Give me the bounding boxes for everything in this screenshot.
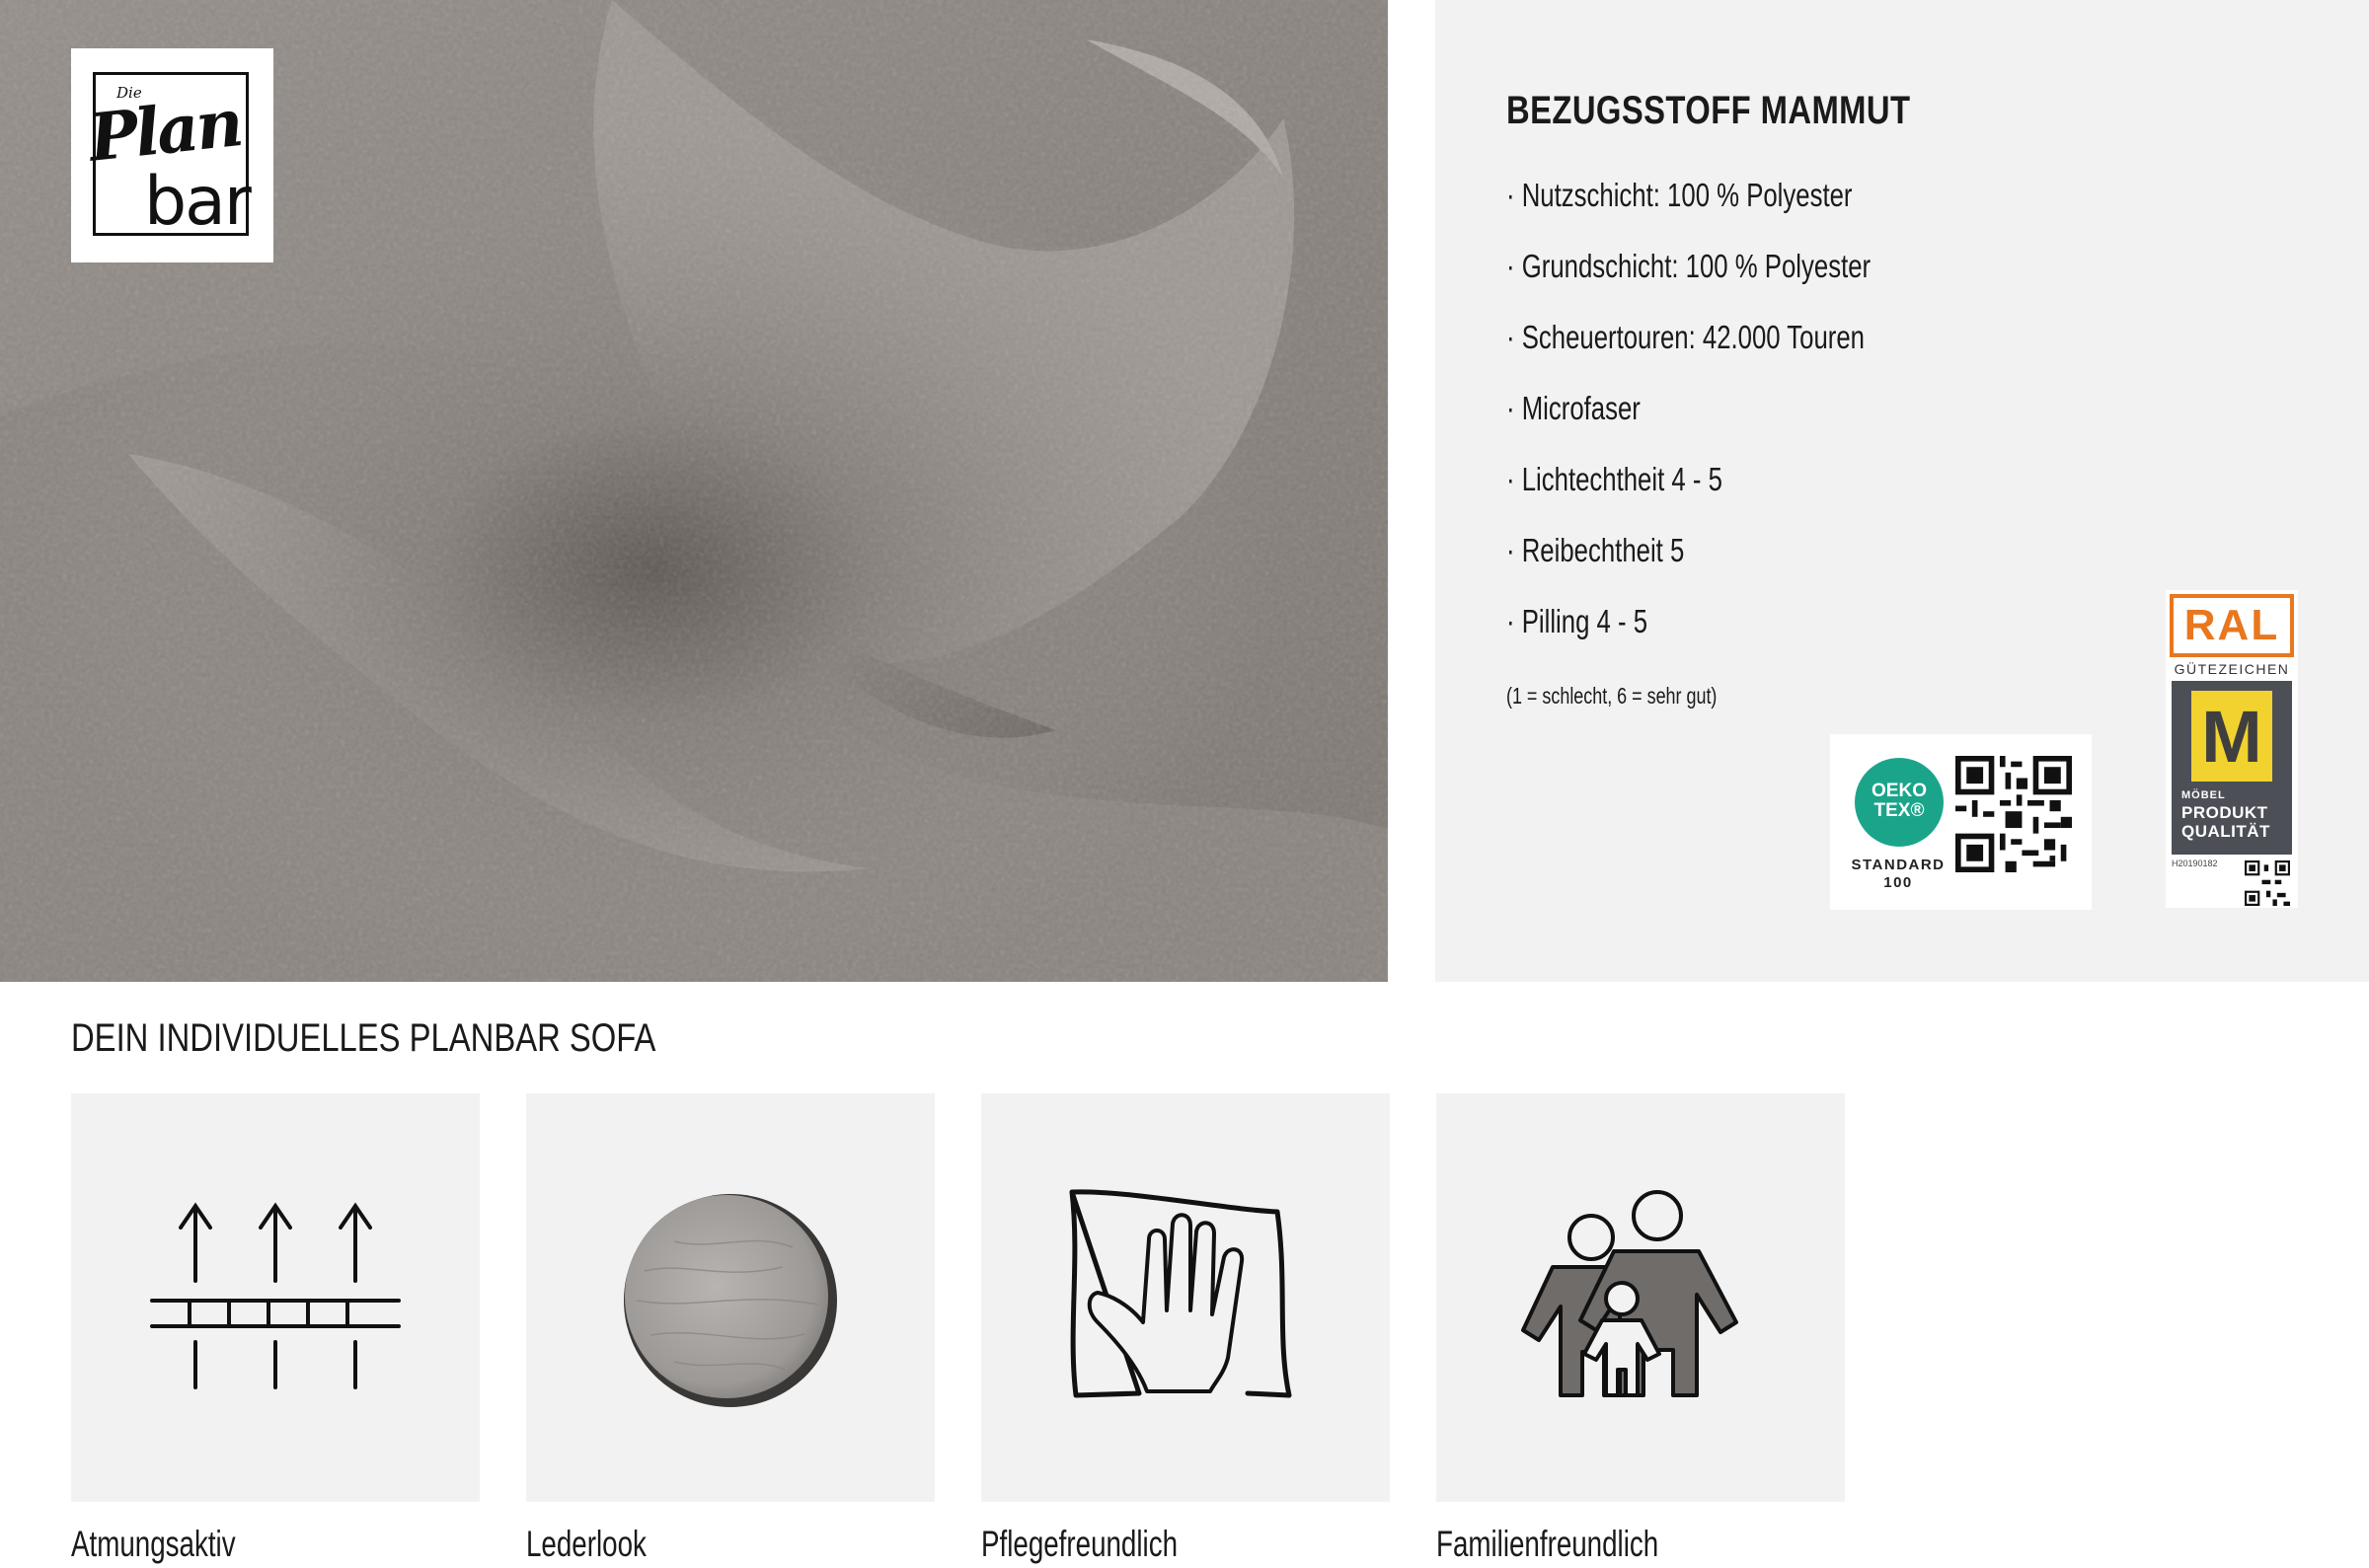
spec-item: · Nutzschicht: 100 % Polyester [1506, 177, 1853, 213]
oeko-qr-code-icon [1955, 756, 2072, 872]
ral-qr-code-icon [2245, 860, 2290, 906]
ral-produkt-qualitaet: PRODUKT QUALITÄT [2181, 803, 2270, 841]
ral-produkt-text: PRODUKT [2181, 803, 2268, 822]
planbar-logo: Die Plan bar [71, 48, 273, 262]
feature-label: Familienfreundlich [1436, 1524, 1659, 1564]
feature-breathable: Atmungsaktiv [71, 1093, 480, 1564]
spec-item: · Pilling 4 - 5 [1506, 603, 1648, 639]
spec-item: · Scheuertouren: 42.000 Touren [1506, 319, 1866, 355]
feature-tile [981, 1093, 1390, 1502]
ral-m-mark: M [2191, 691, 2272, 782]
spec-item: · Microfaser [1506, 390, 1641, 426]
ral-logo: RAL [2170, 594, 2294, 657]
hand-cloth-icon [1069, 1189, 1292, 1398]
logo-bar-text: bar [144, 163, 252, 241]
rating-scale-note: (1 = schlecht, 6 = sehr gut) [1506, 683, 1718, 709]
tex-text: TEX® [1873, 800, 1925, 821]
spec-panel: BEZUGSSTOFF MAMMUT · Nutzschicht: 100 % … [1435, 0, 2369, 982]
standard-number: 100 [1883, 874, 1913, 891]
feature-tile [1436, 1093, 1845, 1502]
spec-item: · Grundschicht: 100 % Polyester [1506, 248, 1872, 284]
feature-leather-look: Lederlook [526, 1093, 935, 1564]
oeko-tex-logo: OEKO TEX® [1855, 758, 1944, 847]
feature-label: Atmungsaktiv [71, 1524, 236, 1564]
feature-family-friendly: Familienfreundlich [1436, 1093, 1845, 1564]
ral-quality-badge: RAL GÜTEZEICHEN M MÖBEL PRODUKT QUALITÄT… [2166, 590, 2298, 908]
feature-tile [71, 1093, 480, 1502]
oeko-standard-label: STANDARD 100 [1836, 857, 1960, 892]
ral-mark-panel: M MÖBEL PRODUKT QUALITÄT [2172, 681, 2292, 855]
spec-item: · Reibechtheit 5 [1506, 532, 1685, 568]
ral-moebel-text: MÖBEL [2181, 789, 2226, 801]
feature-label: Lederlook [526, 1524, 647, 1564]
spec-list: · Nutzschicht: 100 % Polyester · Grundsc… [1506, 174, 1973, 671]
spec-title: BEZUGSSTOFF MAMMUT [1506, 89, 1911, 132]
family-icon [1521, 1190, 1738, 1397]
standard-text: STANDARD [1851, 857, 1946, 873]
feature-label: Pflegefreundlich [981, 1524, 1179, 1564]
leather-disc-icon [624, 1194, 837, 1407]
spec-item: · Lichtechtheit 4 - 5 [1506, 461, 1722, 497]
oeko-tex-badge: OEKO TEX® STANDARD 100 [1830, 734, 2092, 910]
ral-certificate-number: H20190182 [2172, 859, 2218, 868]
oeko-text: OEKO [1872, 781, 1927, 801]
ral-qualitaet-text: QUALITÄT [2181, 822, 2270, 841]
breathable-arrows-icon [150, 1202, 401, 1389]
fabric-photo: Die Plan bar [0, 0, 1388, 982]
feature-easy-care: Pflegefreundlich [981, 1093, 1390, 1564]
ral-guetezeichen-text: GÜTEZEICHEN [2174, 661, 2290, 677]
section-title: DEIN INDIVIDUELLES PLANBAR SOFA [71, 1016, 656, 1060]
feature-tile [526, 1093, 935, 1502]
